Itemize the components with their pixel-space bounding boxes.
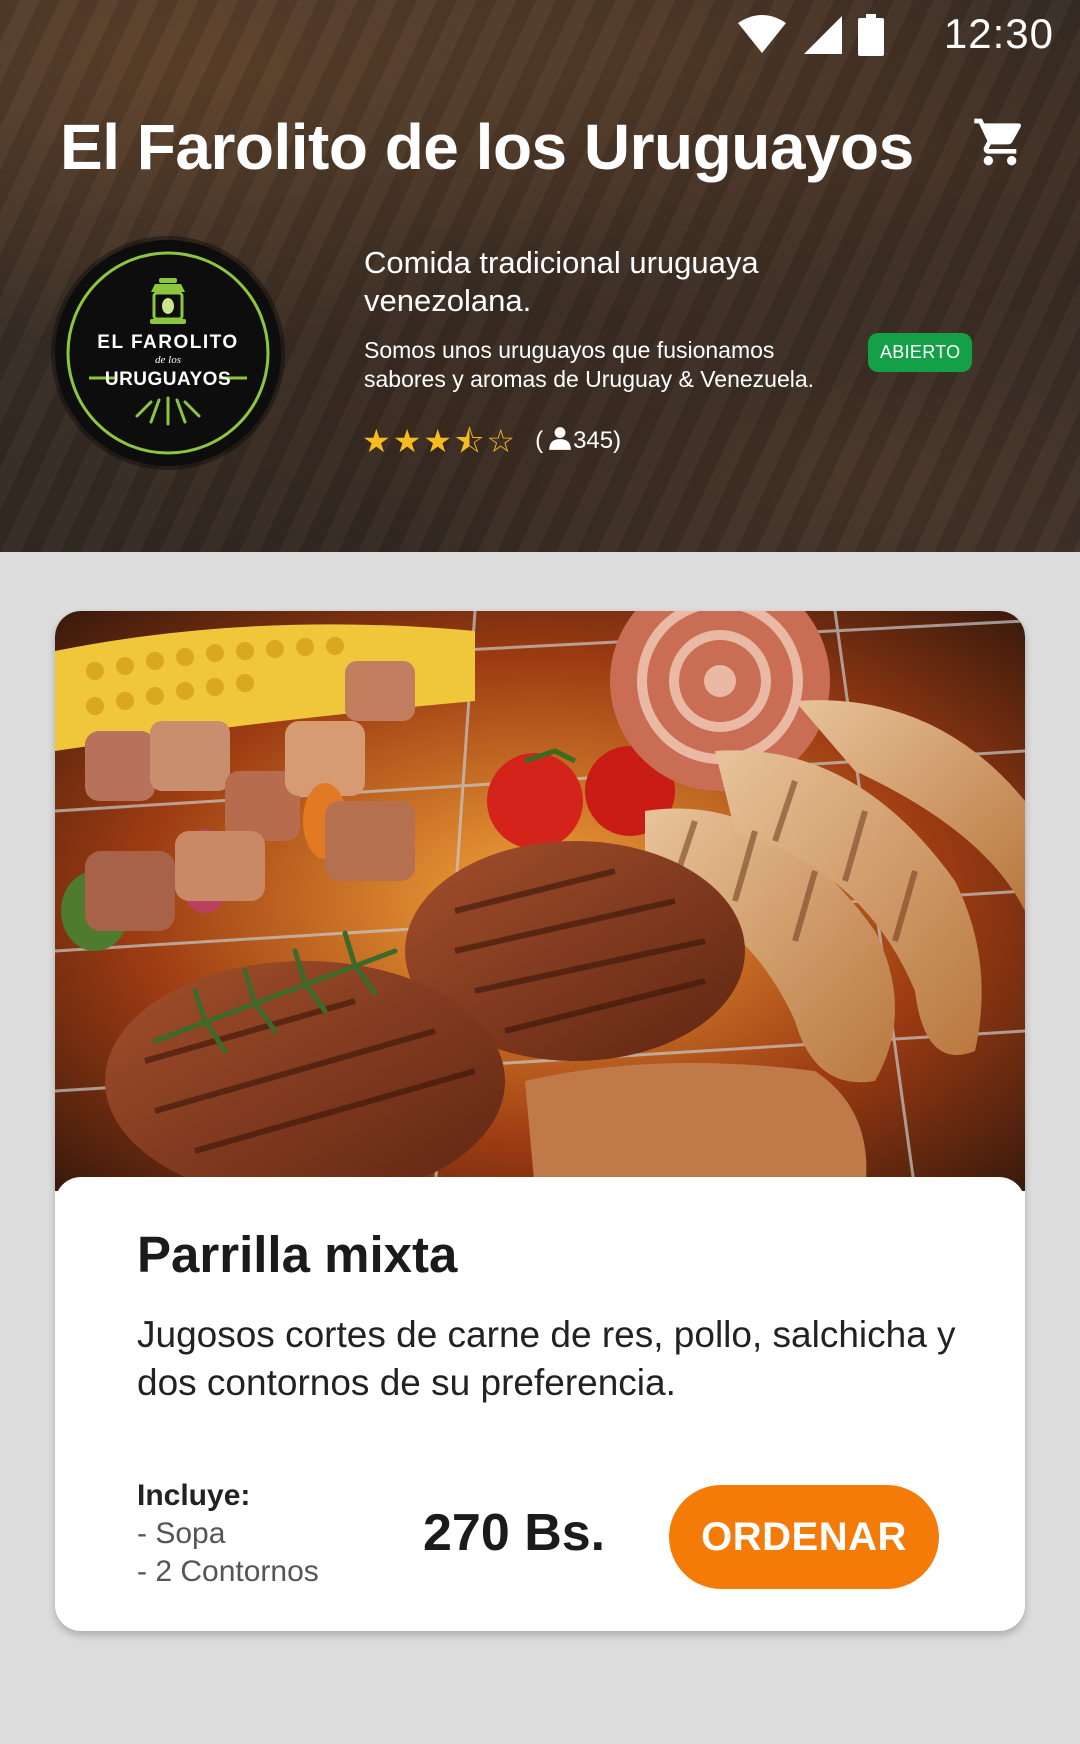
star-empty-icon: ☆ [486,423,516,459]
person-icon [547,425,573,458]
status-icons [736,14,884,61]
status-badge: ABIERTO [868,333,973,372]
product-price: 270 Bs. [423,1504,606,1562]
restaurant-header: 12:30 El Farolito de los Uruguayos EL FA… [0,0,1080,552]
includes-section: Incluye: - Sopa - 2 Contornos [137,1477,319,1591]
star-half-icon: ⯪ [454,423,485,459]
product-image [55,611,1025,1201]
product-title: Parrilla mixta [137,1226,458,1283]
includes-item: - 2 Contornos [137,1555,319,1588]
order-button[interactable]: ORDENAR [669,1485,939,1589]
logo-text-bottom: URUGUAYOS [105,369,231,390]
battery-icon [858,14,884,61]
star-filled-icon: ★ [362,423,391,459]
status-time: 12:30 [943,10,1054,57]
review-close-paren: ) [613,427,622,454]
restaurant-description: Somos unos uruguayos que fusionamos sabo… [364,337,815,392]
review-count-value: 345 [573,427,614,454]
cart-button[interactable] [970,114,1030,174]
shopping-cart-icon [972,114,1028,175]
review-count: ( 345 ) [531,425,621,458]
status-bar: 12:30 [0,0,1080,72]
star-filled-icon: ★ [423,423,453,459]
review-open-paren: ( [535,427,544,454]
logo-text-top: EL FAROLITO [97,332,238,353]
restaurant-tagline: Comida tradicional uruguaya venezolana. [364,245,759,318]
logo-text-middle: de los [155,354,181,366]
star-filled-icon: ★ [392,423,422,459]
product-info-panel: Parrilla mixta Jugosos cortes de carne d… [55,1177,1025,1631]
product-card[interactable]: Parrilla mixta Jugosos cortes de carne d… [55,611,1025,1631]
restaurant-logo: EL FAROLITO de los URUGUAYOS [55,240,281,466]
restaurant-name: El Farolito de los Uruguayos [60,111,914,183]
rating[interactable]: ★ ★ ★ ⯪ ☆ ( 345 ) [362,424,621,458]
includes-item: - Sopa [137,1517,226,1550]
wifi-icon [736,15,788,60]
product-description: Jugosos cortes de carne de res, pollo, s… [137,1314,956,1403]
includes-title: Incluye: [137,1479,251,1512]
signal-icon [802,14,844,61]
rating-stars: ★ ★ ★ ⯪ ☆ [362,425,515,457]
